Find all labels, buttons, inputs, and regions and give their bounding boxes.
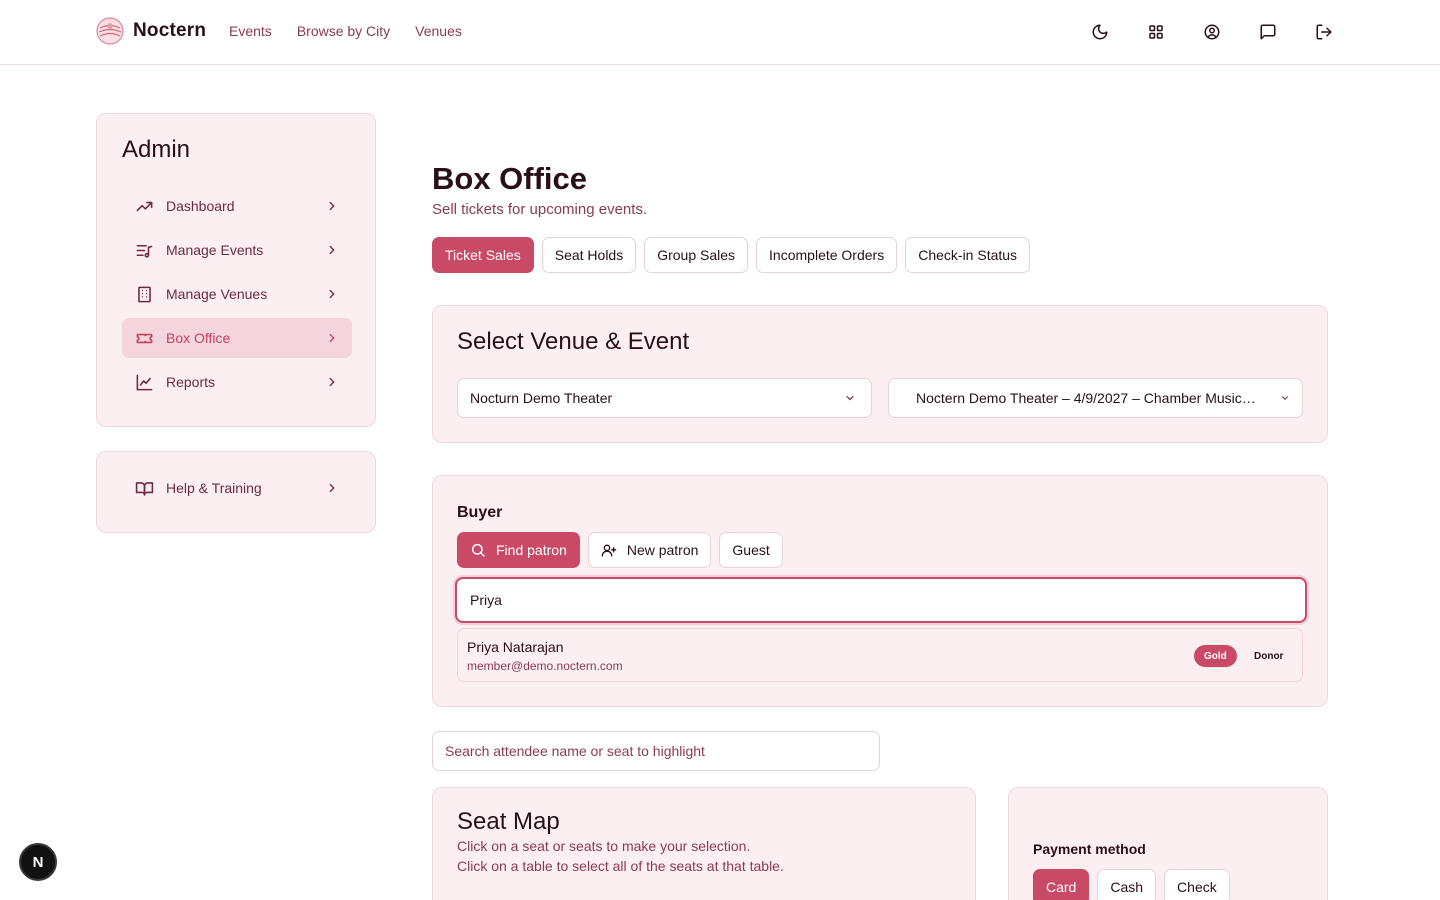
search-icon <box>470 542 486 558</box>
sidebar-item-label: Help & Training <box>166 480 262 496</box>
box-office-tabs: Ticket Sales Seat Holds Group Sales Inco… <box>432 237 1031 273</box>
chevron-right-icon <box>324 242 340 258</box>
floating-action-button[interactable]: N <box>19 843 57 881</box>
venue-event-panel: Select Venue & Event Nocturn Demo Theate… <box>432 305 1328 443</box>
event-select-value: Noctern Demo Theater – 4/9/2027 – Chambe… <box>916 390 1256 406</box>
chevron-right-icon <box>324 198 340 214</box>
guest-button[interactable]: Guest <box>719 532 783 568</box>
sidebar-item-label: Dashboard <box>166 198 235 214</box>
book-open-icon <box>134 478 154 498</box>
chevron-right-icon <box>324 330 340 346</box>
sidebar-title: Admin <box>122 136 191 163</box>
find-patron-button[interactable]: Find patron <box>457 532 580 568</box>
new-patron-button[interactable]: New patron <box>587 532 712 568</box>
page-title: Box Office <box>432 161 588 196</box>
buyer-mode-buttons: Find patron New patron Guest <box>457 532 783 568</box>
tab-ticket-sales[interactable]: Ticket Sales <box>432 237 534 273</box>
seat-map-instruction-2: Click on a table to select all of the se… <box>457 858 784 874</box>
help-card: Help & Training <box>96 451 376 533</box>
admin-sidebar: Admin Dashboard Manage Events Manage Ven… <box>96 113 376 427</box>
building-icon <box>134 284 154 304</box>
guest-label: Guest <box>732 542 770 558</box>
donor-badge: Donor <box>1254 650 1284 662</box>
new-patron-label: New patron <box>626 542 699 558</box>
sidebar-item-label: Manage Venues <box>166 286 268 302</box>
chevron-right-icon <box>324 374 340 390</box>
logout-icon[interactable] <box>1314 20 1334 44</box>
nav-events[interactable]: Events <box>229 23 272 39</box>
brand[interactable]: Noctern <box>96 17 206 45</box>
sidebar-item-reports[interactable]: Reports <box>122 362 352 402</box>
trending-up-icon <box>134 196 154 216</box>
payment-panel: Payment method Card Cash Check <box>1008 787 1328 900</box>
nav-browse-by-city[interactable]: Browse by City <box>297 23 390 39</box>
grid-icon[interactable] <box>1146 20 1166 44</box>
chevron-right-icon <box>324 480 340 496</box>
payment-card-button[interactable]: Card <box>1033 869 1090 900</box>
seat-map-instruction-1: Click on a seat or seats to make your se… <box>457 838 751 854</box>
sidebar-item-manage-venues[interactable]: Manage Venues <box>122 274 352 314</box>
patron-search-input[interactable]: Priya <box>455 577 1307 623</box>
moon-icon[interactable] <box>1090 20 1110 44</box>
user-circle-icon[interactable] <box>1202 20 1222 44</box>
payment-cash-button[interactable]: Cash <box>1097 869 1157 900</box>
sidebar-item-label: Manage Events <box>166 242 264 258</box>
payment-check-button[interactable]: Check <box>1164 869 1230 900</box>
venue-select-value: Nocturn Demo Theater <box>470 390 613 406</box>
venue-select[interactable]: Nocturn Demo Theater <box>457 378 872 418</box>
seat-map-panel: Seat Map Click on a seat or seats to mak… <box>432 787 976 900</box>
seat-map-title: Seat Map <box>457 808 560 835</box>
patron-email: member@demo.noctern.com <box>467 659 623 673</box>
nav-venues[interactable]: Venues <box>415 23 462 39</box>
patron-result-item[interactable]: Priya Natarajan member@demo.noctern.com … <box>457 628 1303 682</box>
tab-seat-holds[interactable]: Seat Holds <box>541 237 637 273</box>
tab-check-in-status[interactable]: Check-in Status <box>905 237 1031 273</box>
ticket-icon <box>134 328 154 348</box>
main-nav: Events Browse by City Venues <box>229 23 462 39</box>
list-music-icon <box>134 240 154 260</box>
page-subtitle: Sell tickets for upcoming events. <box>432 201 648 218</box>
patron-name: Priya Natarajan <box>467 639 564 655</box>
payment-method-buttons: Card Cash Check <box>1033 869 1230 900</box>
find-patron-label: Find patron <box>496 542 567 558</box>
top-navbar: Noctern Events Browse by City Venues <box>0 0 1440 65</box>
sidebar-item-manage-events[interactable]: Manage Events <box>122 230 352 270</box>
tab-group-sales[interactable]: Group Sales <box>644 237 749 273</box>
buyer-panel: Buyer Find patron New patron Guest Priya… <box>432 475 1328 707</box>
chevron-down-icon <box>1278 391 1292 405</box>
brand-logo-icon <box>96 17 124 45</box>
chevron-right-icon <box>324 286 340 302</box>
event-select[interactable]: Noctern Demo Theater – 4/9/2027 – Chambe… <box>888 378 1303 418</box>
patron-search-value: Priya <box>470 592 502 608</box>
header-actions <box>1090 20 1334 44</box>
sidebar-item-help-training[interactable]: Help & Training <box>122 468 352 508</box>
buyer-title: Buyer <box>457 504 503 521</box>
attendee-search-placeholder: Search attendee name or seat to highligh… <box>445 743 705 759</box>
user-plus-icon <box>601 542 617 558</box>
sidebar-item-label: Reports <box>166 374 216 390</box>
attendee-search-input[interactable]: Search attendee name or seat to highligh… <box>432 731 880 771</box>
gold-badge: Gold <box>1194 645 1237 667</box>
message-icon[interactable] <box>1258 20 1278 44</box>
payment-method-title: Payment method <box>1033 841 1146 857</box>
venue-panel-title: Select Venue & Event <box>457 328 690 355</box>
chevron-down-icon <box>843 391 857 405</box>
sidebar-item-label: Box Office <box>166 330 231 346</box>
sidebar-item-dashboard[interactable]: Dashboard <box>122 186 352 226</box>
sidebar-item-box-office[interactable]: Box Office <box>122 318 352 358</box>
brand-name: Noctern <box>133 20 207 41</box>
line-chart-icon <box>134 372 154 392</box>
tab-incomplete-orders[interactable]: Incomplete Orders <box>756 237 898 273</box>
